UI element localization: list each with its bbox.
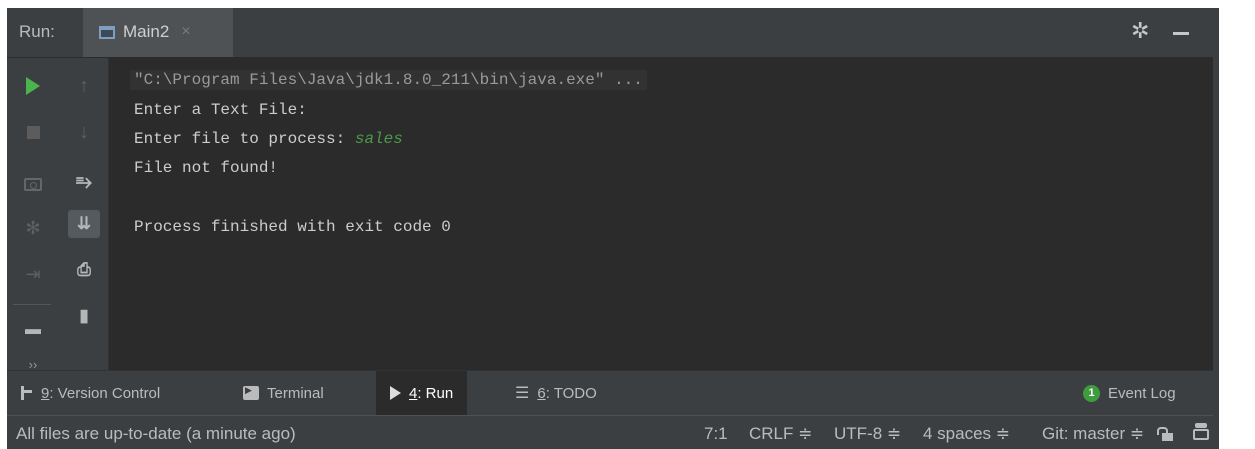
lock-icon[interactable] <box>1157 427 1173 441</box>
tool-label: 6: TODO <box>537 384 597 402</box>
down-arrow-icon[interactable]: ↓ <box>68 118 100 146</box>
tool-window-bar: 9: Version Control Terminal 4: Run ☰ 6: … <box>7 370 1213 415</box>
prompt-text: Enter file to process: <box>134 130 355 148</box>
version-control-icon <box>19 385 33 401</box>
toolbar-divider <box>13 304 51 305</box>
gear-icon[interactable]: ✲ <box>1131 18 1149 44</box>
tool-label: 9: Version Control <box>41 384 161 402</box>
event-count-badge: 1 <box>1083 384 1100 402</box>
tool-label: Event Log <box>1108 384 1176 402</box>
trash-icon[interactable]: ▮ <box>68 302 100 330</box>
up-arrow-icon[interactable]: ↑ <box>68 72 100 100</box>
console-line-3: File not found! <box>134 159 279 177</box>
minimize-icon[interactable] <box>1173 32 1189 35</box>
console-line-exit: Process finished with exit code 0 <box>134 218 451 236</box>
git-branch-selector[interactable]: Git: master ≑ <box>1042 424 1144 444</box>
inspector-icon[interactable] <box>1193 423 1209 441</box>
console-line-command: "C:\Program Files\Java\jdk1.8.0_211\bin\… <box>130 70 647 90</box>
tool-event-log[interactable]: 1 Event Log <box>1083 371 1176 415</box>
status-bar: All files are up-to-date (a minute ago) … <box>7 415 1213 449</box>
run-icon[interactable] <box>17 72 49 100</box>
java-command: "C:\Program Files\Java\jdk1.8.0_211\bin\… <box>130 70 647 90</box>
console-output[interactable]: "C:\Program Files\Java\jdk1.8.0_211\bin\… <box>109 58 1213 370</box>
tool-version-control[interactable]: 9: Version Control <box>19 371 160 415</box>
exit-icon[interactable]: ⇥ <box>17 260 49 288</box>
caret-position[interactable]: 7:1 <box>704 424 728 444</box>
console-actions-toolbar: ↑ ↓ ⥱ ⇊ ⎙ ▮ <box>59 58 109 370</box>
tab-main2[interactable]: Main2 × <box>83 8 233 57</box>
run-label: Run: <box>19 22 55 41</box>
console-icon <box>99 25 115 39</box>
run-actions-toolbar: ✻ ⇥ ▬ ›› <box>7 58 59 372</box>
console-line-2: Enter file to process: sales <box>134 130 403 148</box>
tool-terminal[interactable]: Terminal <box>243 371 324 415</box>
indent-selector[interactable]: 4 spaces ≑ <box>923 424 1010 444</box>
terminal-icon <box>243 385 259 400</box>
run-tool-window: Run: Main2 × ✲ ✻ ⇥ ▬ ›› ↑ ↓ ⥱ ⇊ ⎙ ▮ "C:\… <box>7 8 1213 449</box>
run-icon <box>390 386 401 400</box>
user-input: sales <box>354 130 403 148</box>
layout-icon[interactable]: ▬ <box>17 316 49 344</box>
list-icon: ☰ <box>515 385 530 402</box>
run-window-header: Run: Main2 × ✲ <box>7 8 1213 58</box>
tool-label: 4: Run <box>409 384 454 402</box>
stop-icon[interactable] <box>17 118 49 146</box>
scroll-to-end-icon[interactable]: ⇊ <box>68 210 100 238</box>
status-message[interactable]: All files are up-to-date (a minute ago) <box>16 424 296 444</box>
tool-run[interactable]: 4: Run <box>376 371 468 415</box>
tool-label: Terminal <box>267 384 324 402</box>
window-edge <box>1213 8 1219 449</box>
debug-icon[interactable]: ✻ <box>17 214 49 242</box>
tool-todo[interactable]: ☰ 6: TODO <box>515 371 597 415</box>
soft-wrap-icon[interactable]: ⥱ <box>68 168 100 196</box>
close-tab-icon[interactable]: × <box>181 23 190 41</box>
camera-icon[interactable] <box>17 170 49 198</box>
console-line-1: Enter a Text File: <box>134 101 307 119</box>
print-icon[interactable]: ⎙ <box>68 256 100 284</box>
encoding-selector[interactable]: UTF-8 ≑ <box>834 424 901 444</box>
line-separator-selector[interactable]: CRLF ≑ <box>749 424 812 444</box>
tab-label: Main2 <box>123 22 170 41</box>
